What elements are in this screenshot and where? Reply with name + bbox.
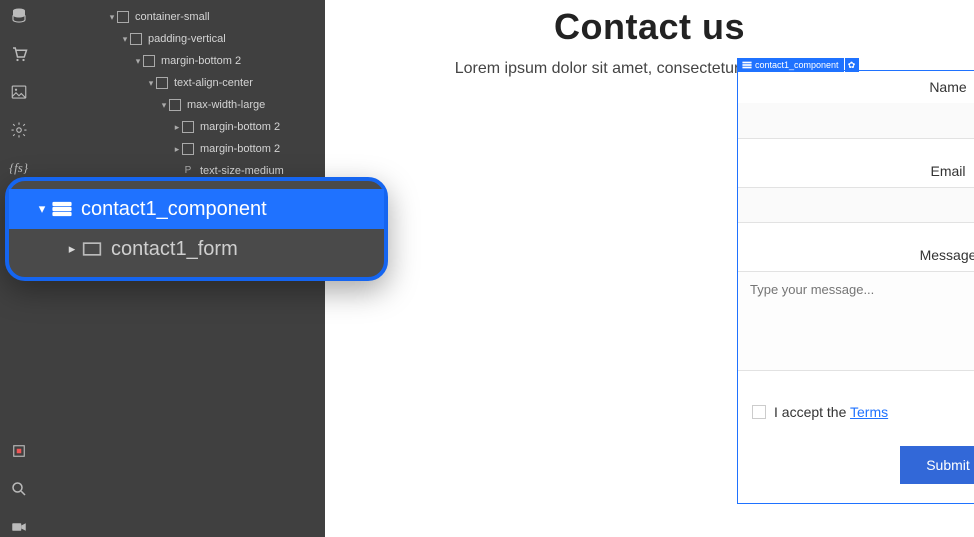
terms-text: I accept the Terms: [774, 404, 888, 420]
message-label: Message: [738, 247, 974, 263]
contact1-component[interactable]: Name Email Message I accept the Terms Su…: [737, 70, 974, 504]
tree-item-margin-bottom-a[interactable]: ▸margin-bottom 2: [37, 116, 325, 138]
tree-item-container-small[interactable]: ▾container-small: [37, 6, 325, 28]
tree-item-text-align-center[interactable]: ▾text-align-center: [37, 72, 325, 94]
tree-item-margin-bottom[interactable]: ▾margin-bottom 2: [37, 50, 325, 72]
design-canvas: Contact us Lorem ipsum dolor sit amet, c…: [325, 0, 974, 537]
chevron-right-icon: ▸: [63, 241, 81, 257]
search-icon[interactable]: [9, 479, 29, 499]
contact1-form: Name Email Message I accept the Terms Su…: [738, 71, 974, 484]
email-field[interactable]: [738, 187, 974, 223]
element-tree: ▾container-small ▾padding-vertical ▾marg…: [37, 0, 325, 182]
page-title: Contact us: [325, 6, 974, 48]
box-icon: [81, 240, 103, 258]
tree-item-padding-vertical[interactable]: ▾padding-vertical: [37, 28, 325, 50]
form-block-icon: [742, 61, 752, 69]
terms-link[interactable]: Terms: [850, 404, 888, 420]
tree-item-max-width-large[interactable]: ▾max-width-large: [37, 94, 325, 116]
callout-row-contact1-component[interactable]: ▾ contact1_component: [9, 189, 384, 229]
selection-badge-label: contact1_component: [755, 60, 839, 70]
name-label: Name: [738, 79, 974, 95]
submit-button[interactable]: Submit: [900, 446, 974, 484]
terms-checkbox[interactable]: [752, 405, 766, 419]
chevron-down-icon: ▾: [33, 201, 51, 217]
video-icon[interactable]: [9, 517, 29, 537]
cart-icon[interactable]: [9, 44, 29, 64]
message-field[interactable]: [738, 271, 974, 371]
record-icon[interactable]: [9, 441, 29, 461]
selection-badge[interactable]: contact1_component ✿: [737, 58, 859, 72]
settings-icon[interactable]: [9, 120, 29, 140]
tree-callout: ▾ contact1_component ▸ contact1_form: [5, 177, 388, 281]
image-icon[interactable]: [9, 82, 29, 102]
form-block-icon: [51, 200, 73, 218]
name-field[interactable]: [738, 103, 974, 139]
callout-label: contact1_form: [111, 238, 238, 261]
terms-checkbox-row: I accept the Terms: [738, 376, 974, 420]
tree-item-margin-bottom-b[interactable]: ▸margin-bottom 2: [37, 138, 325, 160]
navigator-panel: ▾container-small ▾padding-vertical ▾marg…: [37, 0, 325, 537]
callout-label: contact1_component: [81, 198, 267, 221]
callout-row-contact1-form[interactable]: ▸ contact1_form: [9, 229, 384, 269]
email-label: Email: [738, 163, 974, 179]
database-icon[interactable]: [9, 6, 29, 26]
fs-icon[interactable]: {fs}: [9, 158, 29, 178]
gear-icon[interactable]: ✿: [845, 58, 859, 72]
